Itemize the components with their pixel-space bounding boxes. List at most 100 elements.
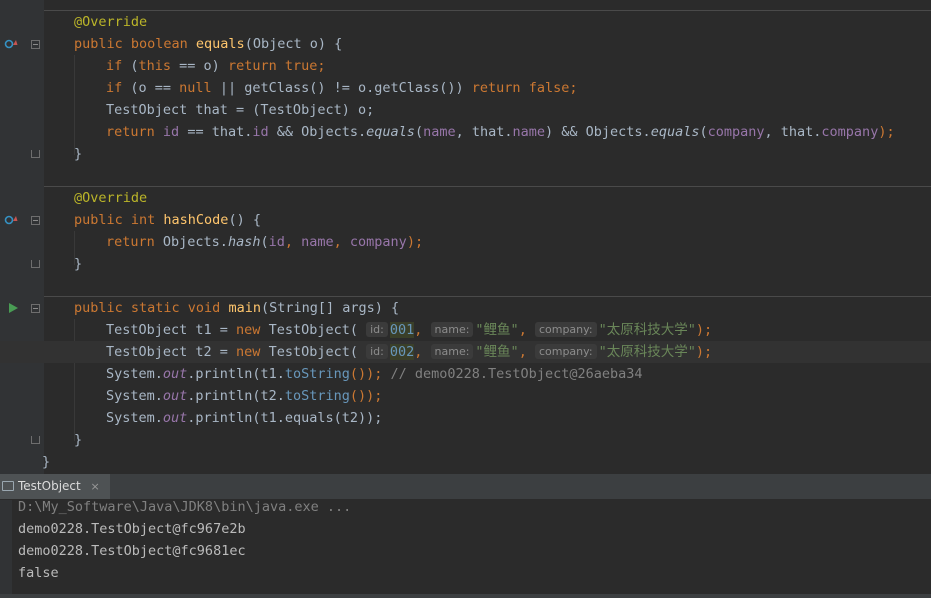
code-token: && Objects. (268, 124, 367, 140)
code-line[interactable]: return id == that.id && Objects.equals ( n… (0, 121, 931, 143)
code-token: .println(t1.equals(t2)); (187, 410, 383, 426)
console-gutter (0, 500, 12, 598)
code-token: ); (695, 322, 713, 338)
code-line[interactable]: @Override (0, 187, 931, 209)
method-call-token: toString (284, 388, 350, 404)
run-gutter-icon[interactable] (9, 303, 18, 313)
annotation-token: @Override (74, 190, 148, 206)
field-token: name (423, 124, 456, 140)
code-line[interactable]: } (0, 143, 931, 165)
parameter-hint: id: (366, 344, 388, 359)
code-token: ); (695, 344, 713, 360)
code-line[interactable]: TestObject that = (TestObject) o; (0, 99, 931, 121)
code-line[interactable]: public int hashCode() { (0, 209, 931, 231)
fold-icon[interactable] (31, 40, 40, 49)
keyword-token: true (284, 58, 318, 74)
code-line[interactable]: System.out.println(t1.toString()); // de… (0, 363, 931, 385)
fold-end-icon[interactable] (31, 436, 40, 444)
code-token: (String[] args) { (260, 300, 400, 316)
code-token: , (414, 344, 431, 360)
keyword-token: return (106, 234, 155, 250)
code-line[interactable]: System.out.println(t1.equals(t2)); (0, 407, 931, 429)
keyword-token: this (138, 58, 172, 74)
code-line[interactable]: } (0, 429, 931, 451)
keyword-token: new (236, 322, 261, 338)
method-call-token: toString (284, 366, 350, 382)
code-token: System. (106, 410, 163, 426)
field-token: id (252, 124, 269, 140)
code-token: TestObject t1 = (106, 322, 237, 338)
keyword-token: public static void (74, 300, 229, 316)
code-line[interactable]: return Objects.hash(id, name, company); (0, 231, 931, 253)
fold-end-icon[interactable] (31, 150, 40, 158)
fold-icon[interactable] (31, 304, 40, 313)
method-name-token: hashCode (163, 212, 229, 228)
code-token: (Object o) { (244, 36, 343, 52)
console-line: demo0228.TestObject@fc9681ec (18, 543, 246, 559)
code-line[interactable]: public boolean equals(Object o) { (0, 33, 931, 55)
run-config-icon (2, 481, 14, 491)
static-method-token: equals (366, 124, 415, 140)
field-token: name (512, 124, 546, 140)
string-token: "太原科技大学" (598, 344, 696, 360)
code-line[interactable]: System.out.println(t2.toString()); (0, 385, 931, 407)
code-token: , (333, 234, 350, 250)
override-method-icon[interactable] (4, 38, 18, 50)
static-field-token: out (162, 410, 188, 426)
code-line[interactable]: public static void main(String[] args) { (0, 297, 931, 319)
field-token: id (162, 124, 180, 140)
code-token: == that. (179, 124, 253, 140)
code-token: ( (699, 124, 708, 140)
console-output[interactable]: D:\My_Software\Java\JDK8\bin\java.exe ..… (0, 499, 931, 598)
code-line[interactable]: if (this == o) return true; (0, 55, 931, 77)
string-token: "鲤鱼" (475, 344, 519, 360)
code-token: TestObject t2 = (106, 344, 237, 360)
field-token: company (707, 124, 765, 140)
code-token: () { (228, 212, 261, 228)
code-token: (o == (122, 80, 180, 96)
code-token: ( (122, 58, 139, 74)
code-token: ); (406, 234, 424, 250)
number-token: 001 (389, 322, 415, 338)
code-token: } (74, 146, 83, 162)
keyword-token: null (179, 80, 212, 96)
code-line[interactable]: if (o == null || getClass() != o.getClas… (0, 77, 931, 99)
keyword-token: public boolean (74, 36, 196, 52)
static-field-token: out (162, 388, 188, 404)
annotation-token: @Override (74, 14, 148, 30)
code-editor[interactable]: @Override public boolean equals(Object o… (0, 0, 931, 474)
console-line: false (18, 565, 59, 581)
code-line[interactable]: } (0, 253, 931, 275)
code-token: } (74, 432, 83, 448)
fold-end-icon[interactable] (31, 260, 40, 268)
code-line[interactable]: TestObject t1 = new TestObject( id: 001, … (0, 319, 931, 341)
console-command-line: D:\My_Software\Java\JDK8\bin\java.exe ..… (18, 499, 352, 515)
keyword-token: return (471, 80, 521, 96)
code-token: ) && Objects. (545, 124, 651, 140)
keyword-token: if (106, 58, 123, 74)
code-token: System. (106, 366, 163, 382)
keyword-token: return (106, 124, 155, 140)
code-line[interactable]: } (0, 451, 931, 473)
code-token: ()); (349, 366, 391, 382)
code-token: TestObject( (260, 322, 367, 338)
code-line[interactable]: @Override (0, 11, 931, 33)
field-token: company (349, 234, 407, 250)
close-icon[interactable]: × (91, 480, 100, 493)
code-token: ); (878, 124, 895, 140)
code-token: } (74, 256, 83, 272)
code-token: .println(t2. (187, 388, 285, 404)
method-name-token: main (228, 300, 261, 316)
code-token: TestObject( (260, 344, 367, 360)
keyword-token: public int (74, 212, 164, 228)
fold-icon[interactable] (31, 216, 40, 225)
string-token: "鲤鱼" (475, 322, 519, 338)
code-token: , (414, 322, 431, 338)
code-token: ; (569, 80, 578, 96)
code-token: == o) (171, 58, 228, 74)
override-method-icon[interactable] (4, 214, 18, 226)
code-line-current[interactable]: TestObject t2 = new TestObject( id: 002, … (0, 341, 931, 363)
